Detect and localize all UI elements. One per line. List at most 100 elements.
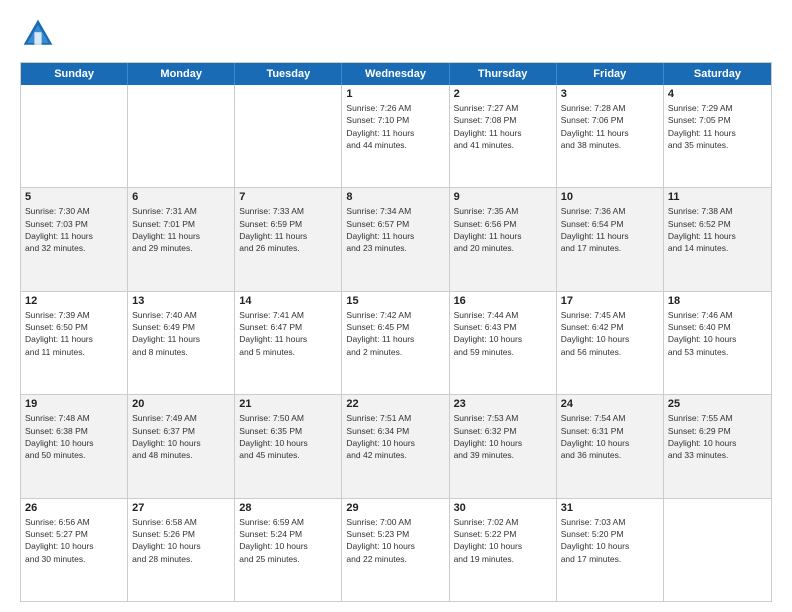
cell-info-line: Sunset: 6:50 PM xyxy=(25,321,123,333)
calendar-cell: 25Sunrise: 7:55 AMSunset: 6:29 PMDayligh… xyxy=(664,395,771,497)
day-number: 18 xyxy=(668,295,767,307)
day-number: 11 xyxy=(668,191,767,203)
day-number: 24 xyxy=(561,398,659,410)
cell-info-line: Sunset: 6:37 PM xyxy=(132,425,230,437)
cell-info-line: Sunset: 5:27 PM xyxy=(25,528,123,540)
cell-info-line: Sunset: 6:57 PM xyxy=(346,218,444,230)
day-number: 28 xyxy=(239,502,337,514)
cell-info-line: and 45 minutes. xyxy=(239,449,337,461)
calendar-cell: 27Sunrise: 6:58 AMSunset: 5:26 PMDayligh… xyxy=(128,499,235,601)
cell-info-line: and 48 minutes. xyxy=(132,449,230,461)
day-of-week-thursday: Thursday xyxy=(450,63,557,85)
cell-info-line: Sunset: 6:29 PM xyxy=(668,425,767,437)
day-of-week-monday: Monday xyxy=(128,63,235,85)
calendar-body: 1Sunrise: 7:26 AMSunset: 7:10 PMDaylight… xyxy=(21,85,771,601)
day-number: 31 xyxy=(561,502,659,514)
day-number: 9 xyxy=(454,191,552,203)
cell-info-line: Sunrise: 7:34 AM xyxy=(346,205,444,217)
cell-info-line: and 26 minutes. xyxy=(239,242,337,254)
calendar-cell: 29Sunrise: 7:00 AMSunset: 5:23 PMDayligh… xyxy=(342,499,449,601)
day-number: 7 xyxy=(239,191,337,203)
day-of-week-saturday: Saturday xyxy=(664,63,771,85)
cell-info-line: Sunset: 5:22 PM xyxy=(454,528,552,540)
cell-info-line: Daylight: 11 hours xyxy=(454,230,552,242)
day-number: 30 xyxy=(454,502,552,514)
cell-info-line: Sunrise: 7:00 AM xyxy=(346,516,444,528)
logo xyxy=(20,16,60,52)
cell-info-line: Daylight: 10 hours xyxy=(561,540,659,552)
cell-info-line: Daylight: 10 hours xyxy=(454,540,552,552)
cell-info-line: and 2 minutes. xyxy=(346,346,444,358)
calendar-cell xyxy=(21,85,128,187)
calendar-cell: 24Sunrise: 7:54 AMSunset: 6:31 PMDayligh… xyxy=(557,395,664,497)
day-number: 16 xyxy=(454,295,552,307)
day-number: 4 xyxy=(668,88,767,100)
calendar-row: 19Sunrise: 7:48 AMSunset: 6:38 PMDayligh… xyxy=(21,395,771,498)
cell-info-line: Daylight: 11 hours xyxy=(132,333,230,345)
cell-info-line: and 56 minutes. xyxy=(561,346,659,358)
header xyxy=(20,16,772,52)
cell-info-line: Daylight: 10 hours xyxy=(668,333,767,345)
day-number: 6 xyxy=(132,191,230,203)
cell-info-line: Daylight: 11 hours xyxy=(346,333,444,345)
cell-info-line: Sunrise: 7:30 AM xyxy=(25,205,123,217)
cell-info-line: Daylight: 11 hours xyxy=(25,230,123,242)
cell-info-line: Daylight: 11 hours xyxy=(132,230,230,242)
cell-info-line: and 23 minutes. xyxy=(346,242,444,254)
cell-info-line: Sunrise: 7:33 AM xyxy=(239,205,337,217)
cell-info-line: Sunrise: 6:56 AM xyxy=(25,516,123,528)
cell-info-line: Sunrise: 7:38 AM xyxy=(668,205,767,217)
calendar-cell: 28 Sunrise: 6:59 AMSunset: 5:24 PMDayligh… xyxy=(235,499,342,601)
calendar-cell: 17Sunrise: 7:45 AMSunset: 6:42 PMDayligh… xyxy=(557,292,664,394)
calendar-cell: 16Sunrise: 7:44 AMSunset: 6:43 PMDayligh… xyxy=(450,292,557,394)
cell-info-line: Sunset: 5:20 PM xyxy=(561,528,659,540)
page: SundayMondayTuesdayWednesdayThursdayFrid… xyxy=(0,0,792,612)
calendar-cell: 4Sunrise: 7:29 AMSunset: 7:05 PMDaylight… xyxy=(664,85,771,187)
cell-info-line: Sunset: 7:06 PM xyxy=(561,114,659,126)
cell-info-line: Sunset: 5:24 PM xyxy=(239,528,337,540)
cell-info-line: Sunset: 6:56 PM xyxy=(454,218,552,230)
calendar-cell: 12Sunrise: 7:39 AMSunset: 6:50 PMDayligh… xyxy=(21,292,128,394)
cell-info-line: and 5 minutes. xyxy=(239,346,337,358)
cell-info-line: Sunrise: 6:59 AM xyxy=(239,516,337,528)
cell-info-line: Daylight: 10 hours xyxy=(25,540,123,552)
day-number: 29 xyxy=(346,502,444,514)
cell-info-line: Sunrise: 7:41 AM xyxy=(239,309,337,321)
cell-info-line: Sunset: 6:32 PM xyxy=(454,425,552,437)
cell-info-line: and 41 minutes. xyxy=(454,139,552,151)
calendar-cell xyxy=(235,85,342,187)
cell-info-line: Daylight: 11 hours xyxy=(668,230,767,242)
cell-info-line: Daylight: 10 hours xyxy=(561,333,659,345)
cell-info-line: Sunrise: 7:44 AM xyxy=(454,309,552,321)
calendar-row: 5Sunrise: 7:30 AMSunset: 7:03 PMDaylight… xyxy=(21,188,771,291)
logo-icon xyxy=(20,16,56,52)
calendar: SundayMondayTuesdayWednesdayThursdayFrid… xyxy=(20,62,772,602)
cell-info-line: Sunset: 6:34 PM xyxy=(346,425,444,437)
cell-info-line: Sunset: 6:45 PM xyxy=(346,321,444,333)
calendar-cell: 21Sunrise: 7:50 AMSunset: 6:35 PMDayligh… xyxy=(235,395,342,497)
calendar-cell: 15Sunrise: 7:42 AMSunset: 6:45 PMDayligh… xyxy=(342,292,449,394)
calendar-cell: 6Sunrise: 7:31 AMSunset: 7:01 PMDaylight… xyxy=(128,188,235,290)
cell-info-line: Sunset: 7:03 PM xyxy=(25,218,123,230)
cell-info-line: Daylight: 10 hours xyxy=(668,437,767,449)
day-number: 21 xyxy=(239,398,337,410)
day-number: 15 xyxy=(346,295,444,307)
cell-info-line: Sunrise: 7:54 AM xyxy=(561,412,659,424)
day-of-week-tuesday: Tuesday xyxy=(235,63,342,85)
cell-info-line: and 59 minutes. xyxy=(454,346,552,358)
cell-info-line: Daylight: 10 hours xyxy=(454,437,552,449)
cell-info-line: and 35 minutes. xyxy=(668,139,767,151)
cell-info-line: Sunrise: 7:26 AM xyxy=(346,102,444,114)
calendar-cell: 3Sunrise: 7:28 AMSunset: 7:06 PMDaylight… xyxy=(557,85,664,187)
calendar-header: SundayMondayTuesdayWednesdayThursdayFrid… xyxy=(21,63,771,85)
cell-info-line: Sunrise: 7:28 AM xyxy=(561,102,659,114)
day-number: 20 xyxy=(132,398,230,410)
cell-info-line: and 14 minutes. xyxy=(668,242,767,254)
cell-info-line: and 25 minutes. xyxy=(239,553,337,565)
cell-info-line: Sunrise: 7:48 AM xyxy=(25,412,123,424)
cell-info-line: Sunrise: 7:35 AM xyxy=(454,205,552,217)
cell-info-line: and 22 minutes. xyxy=(346,553,444,565)
cell-info-line: Sunrise: 7:46 AM xyxy=(668,309,767,321)
cell-info-line: Sunset: 6:54 PM xyxy=(561,218,659,230)
cell-info-line: Daylight: 10 hours xyxy=(239,540,337,552)
